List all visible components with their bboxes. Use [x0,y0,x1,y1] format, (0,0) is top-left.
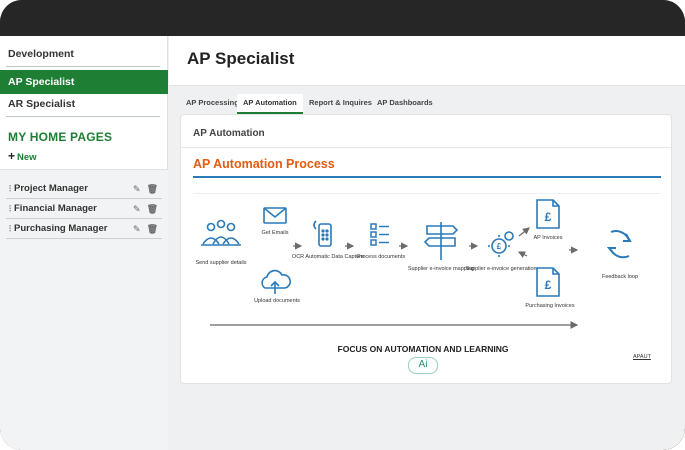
drag-handle-icon[interactable]: ⋮ [6,179,14,199]
pound-symbol: £ [497,242,502,251]
ocr-device-icon [313,220,332,247]
new-page-button[interactable]: + New [8,149,37,163]
apaut-link[interactable]: APAUT [633,354,651,360]
home-page-label: Project Manager [14,183,88,194]
device-frame: Development AP Specialist AR Specialist … [0,0,685,450]
drag-handle-icon[interactable]: ⋮ [6,219,14,239]
step-mapping-label: Supplier e-invoice mapping [408,266,474,272]
pound-symbol: £ [545,210,552,224]
step-upload-label: Upload documents [254,298,300,304]
page-title: AP Specialist [187,49,295,68]
step-get-emails-label: Get Emails [262,230,289,236]
home-page-item[interactable]: ⋮Purchasing Manager ✎ 🗑 [6,219,162,239]
process-title-underline [193,176,661,178]
delete-icon[interactable]: 🗑 [147,224,158,234]
signpost-icon [423,222,459,260]
process-title: AP Automation Process [193,157,335,171]
sidebar: Development AP Specialist AR Specialist … [0,36,168,450]
top-bar [0,0,685,36]
tab-ap-dashboards[interactable]: AP Dashboards [371,94,439,114]
cloud-upload-icon [261,269,291,294]
edit-icon[interactable]: ✎ [133,184,141,194]
delete-icon[interactable]: 🗑 [147,204,158,214]
content-card: AP Automation AP Automation Process Send… [180,114,673,384]
sidebar-item-ap-specialist[interactable]: AP Specialist [0,70,168,94]
card-divider [181,147,673,148]
step-generation-label: Supplier e-invoice generation [465,266,536,272]
step-ap-invoices-label: AP Invoices [534,235,563,241]
step-process-docs-label: Process documents [357,254,406,260]
pound-symbol: £ [545,278,552,292]
home-page-label: Purchasing Manager [14,223,108,234]
edit-icon[interactable]: ✎ [133,224,141,234]
delete-icon[interactable]: 🗑 [147,184,158,194]
tab-ap-processing[interactable]: AP Processing [180,94,245,114]
drag-handle-icon[interactable]: ⋮ [6,199,14,219]
card-title: AP Automation [193,128,265,139]
home-pages-title: MY HOME PAGES [8,130,113,144]
home-page-item[interactable]: ⋮Project Manager ✎ 🗑 [6,179,162,199]
home-pages-list: ⋮Project Manager ✎ 🗑 ⋮Financial Manager ✎… [0,169,168,450]
flow-arrow [518,227,530,237]
sidebar-item-ar-specialist[interactable]: AR Specialist [0,92,168,116]
home-page-item[interactable]: ⋮Financial Manager ✎ 🗑 [6,199,162,219]
email-icon [263,207,287,224]
ai-badge: Ai [408,357,438,374]
sidebar-item-development[interactable]: Development [0,42,168,66]
tab-report-inquires[interactable]: Report & Inquires [303,94,378,114]
checklist-icon [370,223,389,246]
tab-ap-automation[interactable]: AP Automation [237,94,303,114]
focus-label: FOCUS ON AUTOMATION AND LEARNING [337,344,509,354]
sidebar-divider [6,116,160,117]
edit-icon[interactable]: ✎ [133,204,141,214]
page-header: AP Specialist [169,36,685,86]
sidebar-divider [6,66,160,67]
refresh-loop-icon [606,230,632,259]
new-page-label: New [17,152,37,163]
people-icon [201,219,241,246]
process-diagram-svg: Send supplier details Get Emails Upload … [195,199,638,329]
step-send-supplier-label: Send supplier details [195,260,246,266]
step-purchasing-invoices-label: Purchasing Invoices [525,303,574,309]
home-page-label: Financial Manager [14,203,97,214]
step-feedback-label: Feedback loop [602,274,638,280]
plus-icon: + [8,149,16,163]
app-screen: Development AP Specialist AR Specialist … [0,36,685,450]
step-ocr-label: OCR Automatic Data Capture [292,254,364,260]
flow-arrow [517,251,528,258]
process-diagram: Send supplier details Get Emails Upload … [193,193,661,383]
